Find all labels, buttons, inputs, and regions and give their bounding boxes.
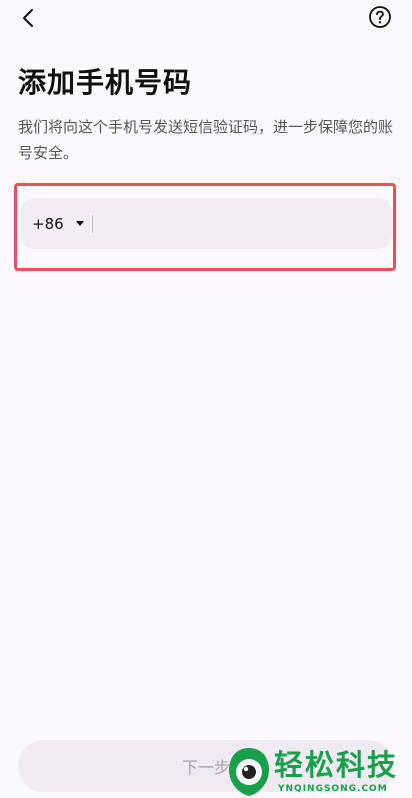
back-button[interactable]: [14, 4, 42, 32]
leaf-logo-icon: [229, 748, 269, 796]
watermark-name: 轻松科技: [274, 748, 399, 782]
watermark-url: YNQINGSONG.COM: [278, 784, 388, 794]
caret-down-icon: [75, 221, 84, 226]
country-code-selector[interactable]: +86: [32, 215, 84, 233]
country-code-label: +86: [32, 214, 64, 233]
phone-input-row: +86: [20, 197, 392, 250]
watermark: 轻松科技 YNQINGSONG.COM: [226, 744, 412, 798]
phone-number-input[interactable]: [92, 197, 392, 250]
help-button[interactable]: [368, 5, 392, 29]
page-subtitle: 我们将向这个手机号发送短信验证码，进一步保障您的账号安全。: [18, 118, 394, 162]
page-title: 添加手机号码: [18, 66, 193, 99]
question-circle-icon: [369, 6, 391, 28]
chevron-left-icon: [23, 9, 33, 27]
